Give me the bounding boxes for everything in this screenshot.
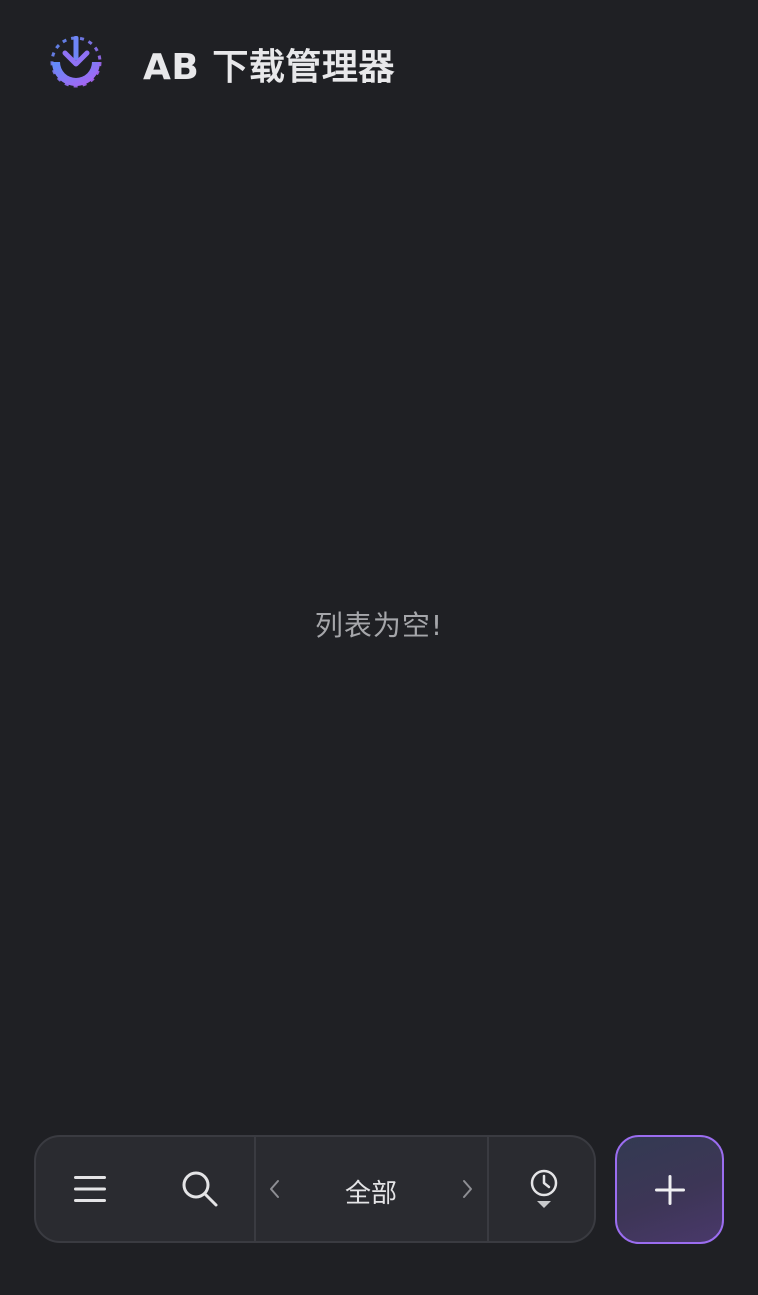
chevron-left-icon[interactable] <box>260 1161 288 1217</box>
chevron-right-icon[interactable] <box>454 1161 482 1217</box>
empty-list-message: 列表为空! <box>314 609 444 642</box>
category-filter-label[interactable]: 全部 <box>296 1173 446 1210</box>
bottom-toolbar: 全部 <box>34 1135 596 1243</box>
toolbar-divider <box>254 1137 256 1241</box>
app-header: AB 下载管理器 <box>0 0 758 124</box>
toolbar-divider <box>487 1137 489 1241</box>
clock-dropdown-icon[interactable] <box>512 1157 576 1221</box>
hamburger-menu-icon[interactable] <box>56 1155 124 1223</box>
add-download-button[interactable] <box>615 1135 724 1244</box>
plus-icon <box>653 1173 687 1207</box>
app-title: AB 下载管理器 <box>143 47 395 88</box>
search-icon[interactable] <box>166 1155 234 1223</box>
download-logo-icon <box>48 34 104 90</box>
app-window: AB 下载管理器 列表为空! 全部 <box>0 0 758 1295</box>
